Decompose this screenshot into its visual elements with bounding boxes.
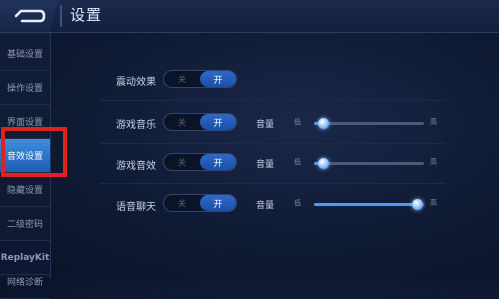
voice-volume-label: 音量 [256, 201, 275, 211]
sfx-label: 游戏音效 [116, 161, 156, 172]
music-volume-knob[interactable] [318, 118, 329, 129]
voice-volume-fill [314, 203, 418, 206]
sidebar-item-hidden[interactable]: 隐藏设置 [0, 173, 50, 207]
toggle-off-label: 关 [178, 74, 186, 84]
vibration-label: 震动效果 [116, 77, 156, 88]
vibration-toggle[interactable]: 关 开 [163, 70, 237, 88]
music-high-label: 高 [430, 118, 437, 126]
sidebar-item-basic[interactable]: 基础设置 [0, 37, 50, 71]
sidebar-item-network[interactable]: 网络诊断 [0, 265, 50, 299]
toggle-on-label: 开 [200, 154, 236, 170]
toggle-on-label: 开 [200, 114, 236, 130]
music-toggle[interactable]: 关 开 [163, 113, 237, 131]
toggle-on-label: 开 [200, 71, 236, 87]
highlight-box [1, 127, 67, 177]
sidebar-item-controls[interactable]: 操作设置 [0, 71, 50, 105]
voice-volume-slider[interactable] [314, 199, 424, 210]
sfx-low-label: 低 [294, 158, 301, 166]
row-divider [100, 100, 445, 101]
voice-label: 语音聊天 [116, 202, 156, 213]
back-button[interactable] [0, 0, 58, 32]
toggle-on-label: 开 [200, 195, 236, 211]
music-volume-slider[interactable] [314, 118, 424, 129]
sidebar-item-password[interactable]: 二级密码 [0, 207, 50, 241]
voice-high-label: 高 [430, 199, 437, 207]
row-divider [100, 183, 445, 184]
sfx-toggle[interactable]: 关 开 [163, 153, 237, 171]
music-volume-label: 音量 [256, 120, 275, 130]
sfx-high-label: 高 [430, 158, 437, 166]
voice-toggle[interactable]: 关 开 [163, 194, 237, 212]
title-separator [60, 5, 62, 27]
toggle-off-label: 关 [178, 198, 186, 208]
sfx-volume-slider[interactable] [314, 158, 424, 169]
toggle-off-label: 关 [178, 117, 186, 127]
top-bar: 设置 [0, 0, 499, 33]
voice-volume-knob[interactable] [412, 199, 423, 210]
back-arrow-icon [14, 9, 46, 23]
row-divider [100, 143, 445, 144]
toggle-off-label: 关 [178, 157, 186, 167]
music-label: 游戏音乐 [116, 120, 156, 131]
voice-low-label: 低 [294, 199, 301, 207]
sfx-volume-knob[interactable] [318, 158, 329, 169]
page-title: 设置 [70, 6, 103, 24]
sfx-volume-label: 音量 [256, 160, 275, 170]
music-low-label: 低 [294, 118, 301, 126]
